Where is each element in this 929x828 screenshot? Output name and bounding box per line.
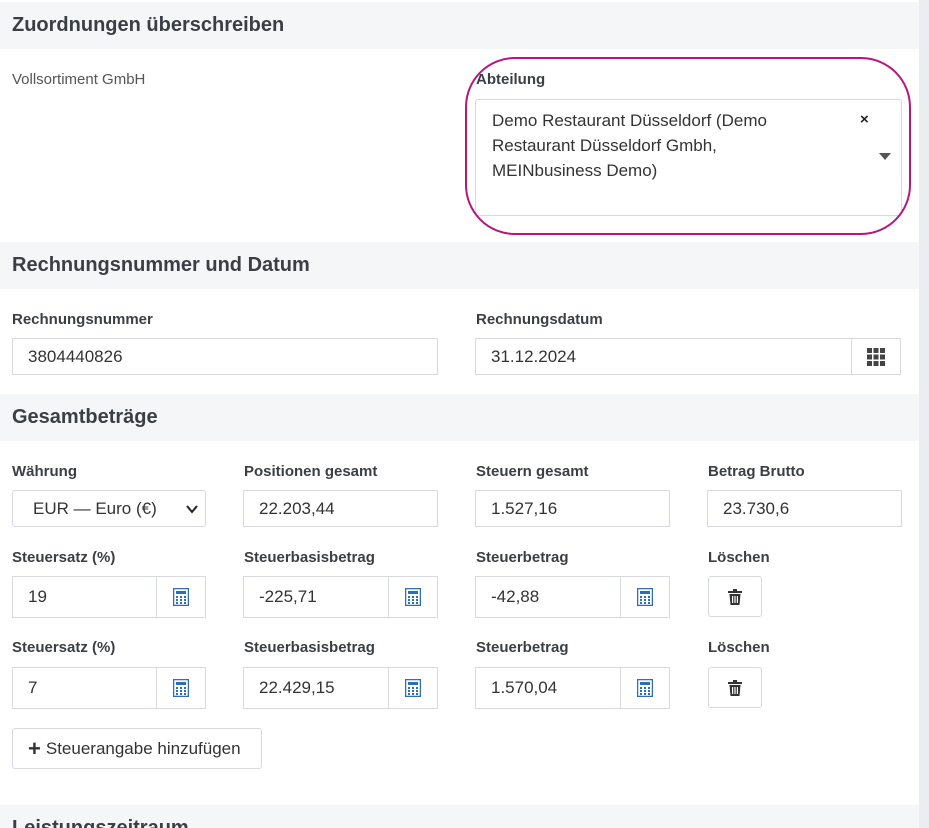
steuerbasis-label: Steuerbasisbetrag [244, 639, 375, 656]
calendar-button[interactable] [851, 338, 901, 375]
rechnungsdatum-input[interactable]: 31.12.2024 [475, 338, 852, 375]
calculator-icon [637, 588, 653, 606]
calculator-icon [637, 679, 653, 697]
calculator-button[interactable] [156, 667, 206, 709]
highlight-annotation [465, 57, 911, 235]
trash-icon [728, 679, 742, 696]
chevron-down-icon [186, 505, 198, 514]
positionen-input[interactable]: 22.203,44 [243, 490, 438, 527]
waehrung-select[interactable]: EUR — Euro (€) [12, 490, 206, 527]
steuerbasis-label: Steuerbasisbetrag [244, 549, 375, 566]
section-header-rechnung: Rechnungsnummer und Datum [0, 242, 919, 289]
steuerbasis-input[interactable]: 22.429,15 [243, 667, 390, 709]
calendar-grid-icon [867, 347, 885, 366]
rechnungsdatum-label: Rechnungsdatum [476, 311, 603, 328]
steuersatz-input[interactable]: 7 [12, 667, 158, 709]
calculator-icon [173, 679, 189, 697]
steuersatz-input[interactable]: 19 [12, 576, 158, 618]
section-header-gesamt: Gesamtbeträge [0, 394, 919, 441]
invoice-form: Zuordnungen überschreiben Vollsortiment … [0, 0, 919, 828]
section-header-leistung: Leistungszeitraum [0, 805, 919, 828]
rechnungsnummer-input[interactable]: 3804440826 [12, 338, 438, 375]
steuerbetrag-input[interactable]: -42,88 [475, 576, 622, 618]
add-tax-entry-button[interactable]: + Steuerangabe hinzufügen [12, 728, 262, 769]
trash-icon [728, 588, 742, 605]
rechnungsnummer-label: Rechnungsnummer [12, 311, 153, 328]
steuerbetrag-label: Steuerbetrag [476, 639, 569, 656]
calculator-icon [405, 679, 421, 697]
positionen-label: Positionen gesamt [244, 463, 378, 480]
loeschen-label: Löschen [708, 549, 770, 566]
waehrung-value: EUR — Euro (€) [33, 499, 157, 518]
calculator-button[interactable] [620, 667, 670, 709]
calculator-button[interactable] [620, 576, 670, 618]
add-tax-entry-label: Steuerangabe hinzufügen [45, 738, 241, 758]
waehrung-label: Währung [12, 463, 77, 480]
steuersatz-label: Steuersatz (%) [12, 639, 116, 656]
steuerbetrag-input[interactable]: 1.570,04 [475, 667, 622, 709]
steuerbasis-input[interactable]: -225,71 [243, 576, 390, 618]
delete-tax-row-button[interactable] [708, 667, 762, 708]
delete-tax-row-button[interactable] [708, 576, 762, 617]
steuern-label: Steuern gesamt [476, 463, 589, 480]
company-name: Vollsortiment GmbH [12, 71, 146, 88]
brutto-label: Betrag Brutto [708, 463, 805, 480]
calculator-button[interactable] [156, 576, 206, 618]
steuersatz-label: Steuersatz (%) [12, 549, 116, 566]
loeschen-label: Löschen [708, 639, 770, 656]
calculator-button[interactable] [388, 576, 438, 618]
steuerbetrag-label: Steuerbetrag [476, 549, 569, 566]
steuern-input[interactable]: 1.527,16 [475, 490, 670, 527]
brutto-input[interactable]: 23.730,6 [707, 490, 902, 527]
calculator-button[interactable] [388, 667, 438, 709]
plus-icon: + [28, 735, 41, 761]
calculator-icon [173, 588, 189, 606]
calculator-icon [405, 588, 421, 606]
section-header-zuordnungen: Zuordnungen überschreiben [0, 2, 919, 49]
scrollbar[interactable] [919, 0, 929, 828]
